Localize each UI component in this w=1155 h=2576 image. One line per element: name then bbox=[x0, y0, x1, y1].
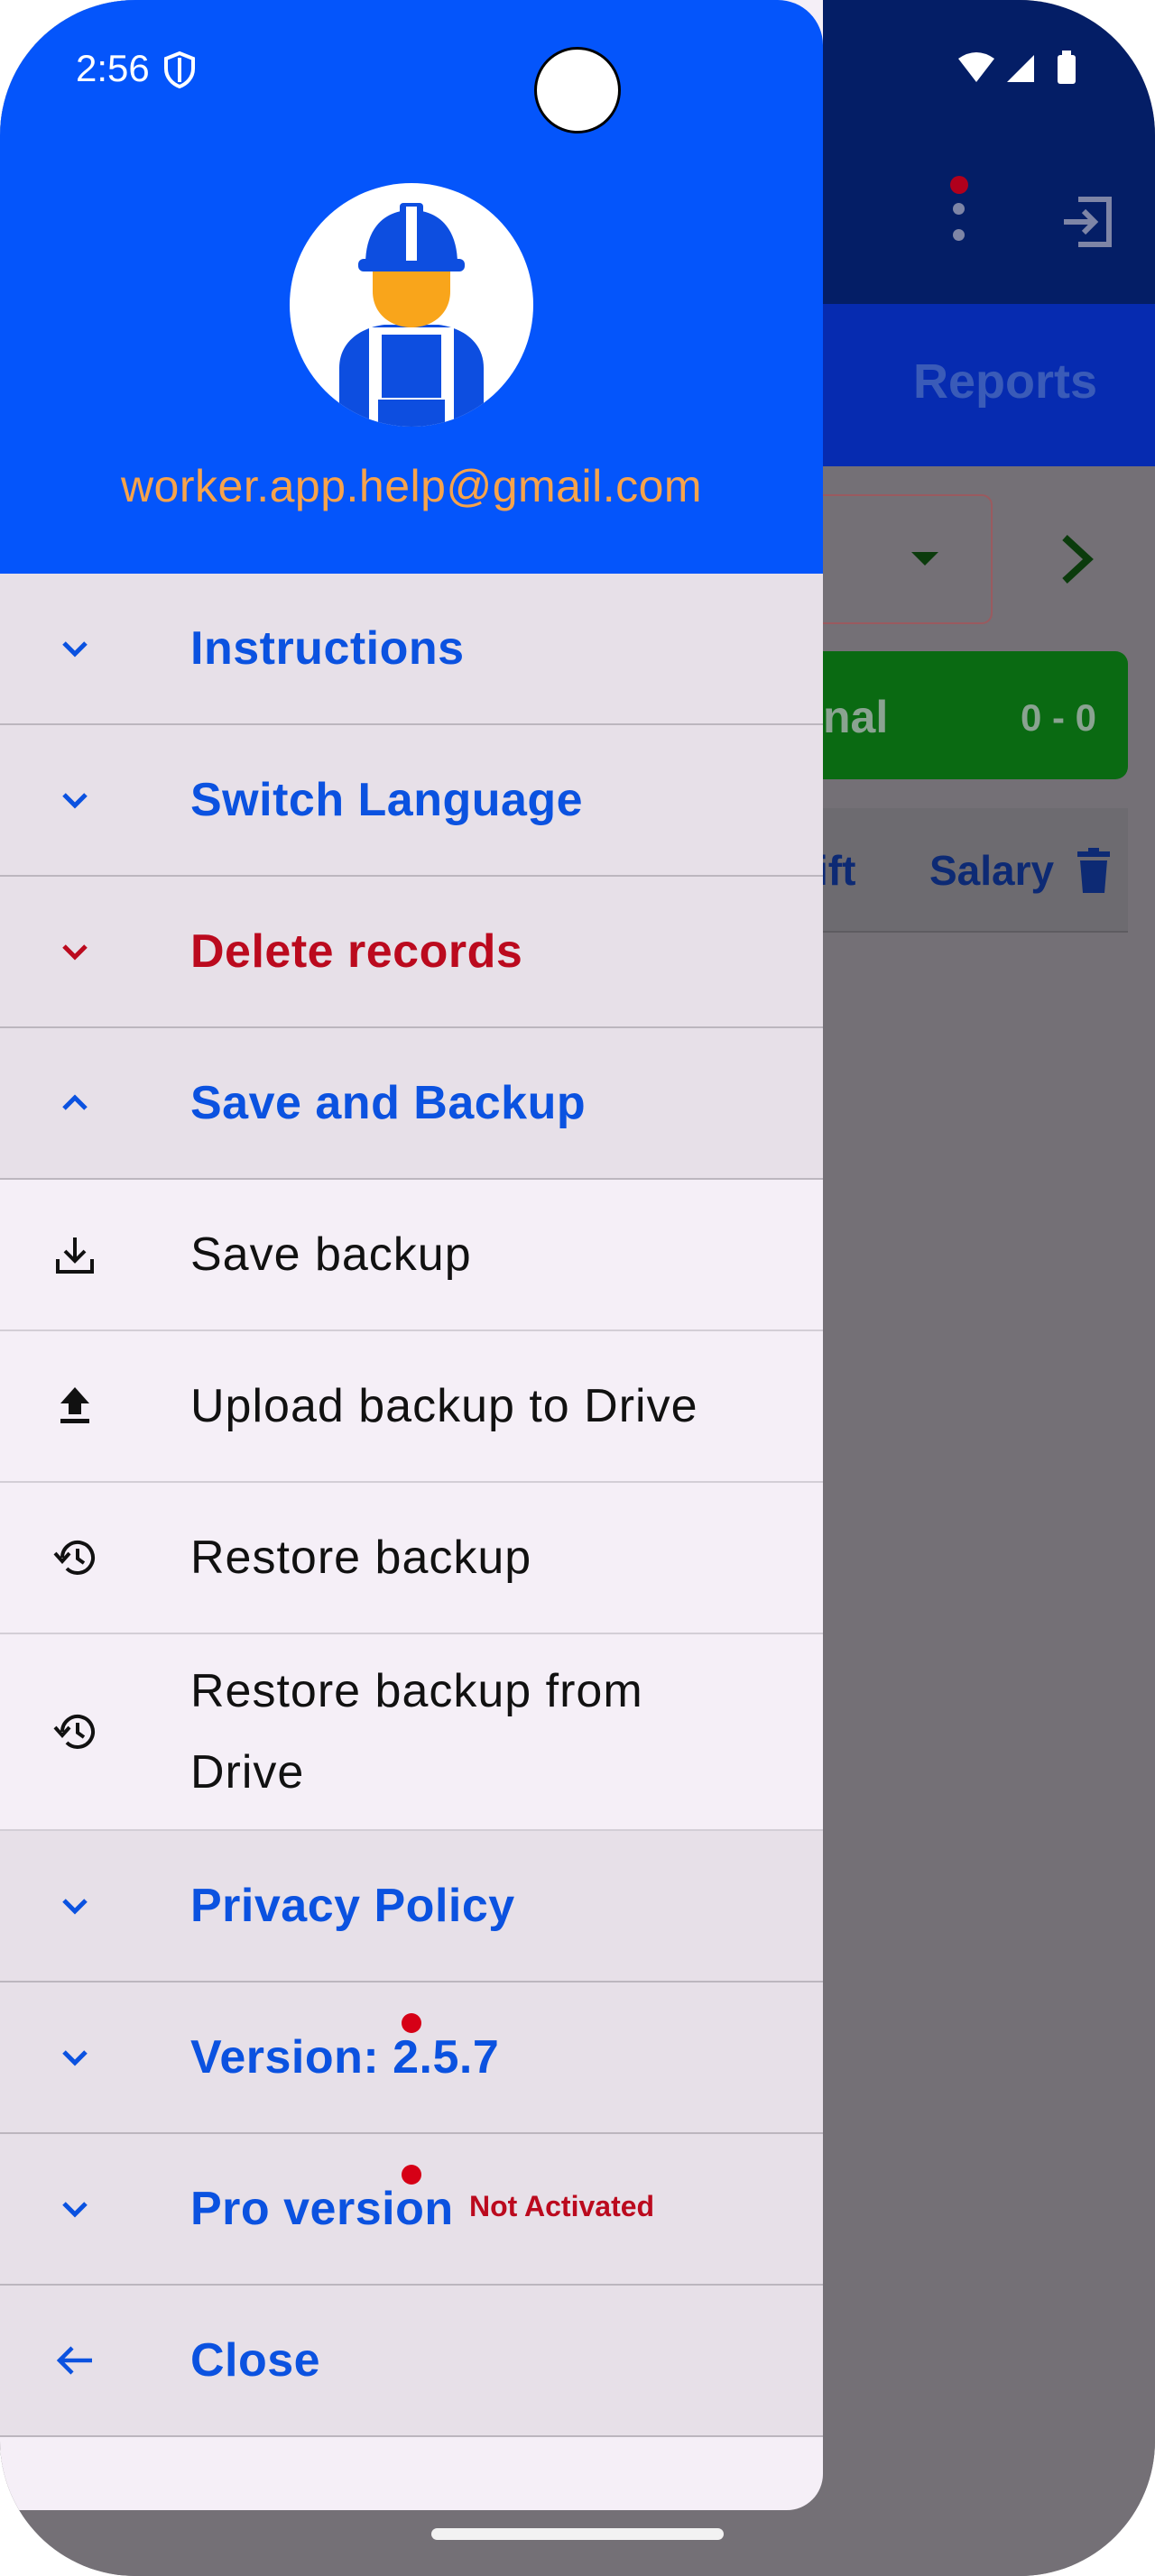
menu-item-label: Instructions bbox=[190, 622, 465, 675]
menu-item-switch-language[interactable]: Switch Language bbox=[0, 725, 823, 877]
chevron-down-icon bbox=[52, 2186, 97, 2231]
column-salary: Salary bbox=[929, 847, 1055, 894]
navigation-drawer: 2:56 worker.app.help@gmail.com Instructi… bbox=[0, 0, 823, 2510]
chevron-down-icon bbox=[52, 626, 97, 671]
menu-item-instructions[interactable]: Instructions bbox=[0, 574, 823, 725]
menu-item-pro-version[interactable]: Pro version Not Activated bbox=[0, 2134, 823, 2286]
menu-item-save-and-backup[interactable]: Save and Backup bbox=[0, 1028, 823, 1180]
menu-item-label: Restore backup bbox=[190, 1532, 532, 1584]
menu-item-label: Restore backup from Drive bbox=[190, 1665, 643, 1799]
pro-status-label: Not Activated bbox=[469, 2190, 655, 2222]
menu-item-label: Close bbox=[190, 2334, 321, 2387]
menu-item-label: Save backup bbox=[190, 1228, 472, 1281]
menu-item-restore-backup-drive[interactable]: Restore backup from Drive bbox=[0, 1634, 823, 1831]
account-email: worker.app.help@gmail.com bbox=[120, 461, 703, 511]
menu-item-label: Version: 2.5.7 bbox=[190, 2031, 500, 2084]
chevron-right-icon bbox=[1054, 532, 1099, 586]
menu-item-privacy-policy[interactable]: Privacy Policy bbox=[0, 1831, 823, 1983]
dropdown-arrow-icon bbox=[911, 552, 938, 566]
home-indicator[interactable] bbox=[431, 2528, 724, 2540]
menu-item-label: Save and Backup bbox=[190, 1077, 587, 1129]
menu-item-save-backup[interactable]: Save backup bbox=[0, 1180, 823, 1331]
device-screen: Reports nal 0 - 0 ift Salary 2:56 worker… bbox=[0, 0, 1155, 2576]
chevron-down-icon bbox=[52, 929, 97, 974]
history-icon bbox=[52, 1535, 97, 1580]
status-icons bbox=[956, 50, 1083, 90]
history-icon bbox=[52, 1709, 97, 1754]
wifi-signal-battery-icon bbox=[958, 51, 1076, 84]
summary-label: nal bbox=[823, 692, 889, 742]
chevron-up-icon bbox=[52, 1081, 97, 1126]
arrow-left-icon bbox=[52, 2338, 97, 2383]
chevron-down-icon bbox=[52, 777, 97, 823]
menu-item-close[interactable]: Close bbox=[0, 2286, 823, 2437]
chevron-down-icon bbox=[52, 2035, 97, 2080]
menu-item-label: Upload backup to Drive bbox=[190, 1380, 698, 1432]
upload-icon bbox=[52, 1384, 97, 1429]
menu-item-label: Switch Language bbox=[190, 774, 584, 826]
menu-item-label: Delete records bbox=[190, 925, 523, 978]
notification-dot bbox=[950, 176, 968, 194]
menu-item-label: Privacy Policy bbox=[190, 1880, 515, 1932]
worker-avatar bbox=[290, 183, 533, 427]
chevron-down-icon bbox=[52, 1883, 97, 1928]
menu-item-restore-backup[interactable]: Restore backup bbox=[0, 1483, 823, 1634]
summary-value: 0 - 0 bbox=[1021, 696, 1097, 739]
menu-item-label: Pro version bbox=[190, 2183, 454, 2235]
drawer-menu: Instructions Switch Language Delete reco… bbox=[0, 574, 823, 2437]
status-time: 2:56 bbox=[76, 47, 150, 89]
drawer-header: 2:56 worker.app.help@gmail.com bbox=[0, 0, 823, 574]
front-camera bbox=[534, 47, 621, 133]
download-icon bbox=[52, 1232, 97, 1277]
shield-icon bbox=[162, 51, 197, 89]
trash-icon bbox=[1076, 848, 1112, 893]
tab-reports: Reports bbox=[913, 354, 1098, 409]
logout-icon bbox=[1060, 194, 1116, 250]
menu-item-delete-records[interactable]: Delete records bbox=[0, 877, 823, 1028]
menu-item-version[interactable]: Version: 2.5.7 bbox=[0, 1983, 823, 2134]
menu-item-upload-backup[interactable]: Upload backup to Drive bbox=[0, 1331, 823, 1483]
